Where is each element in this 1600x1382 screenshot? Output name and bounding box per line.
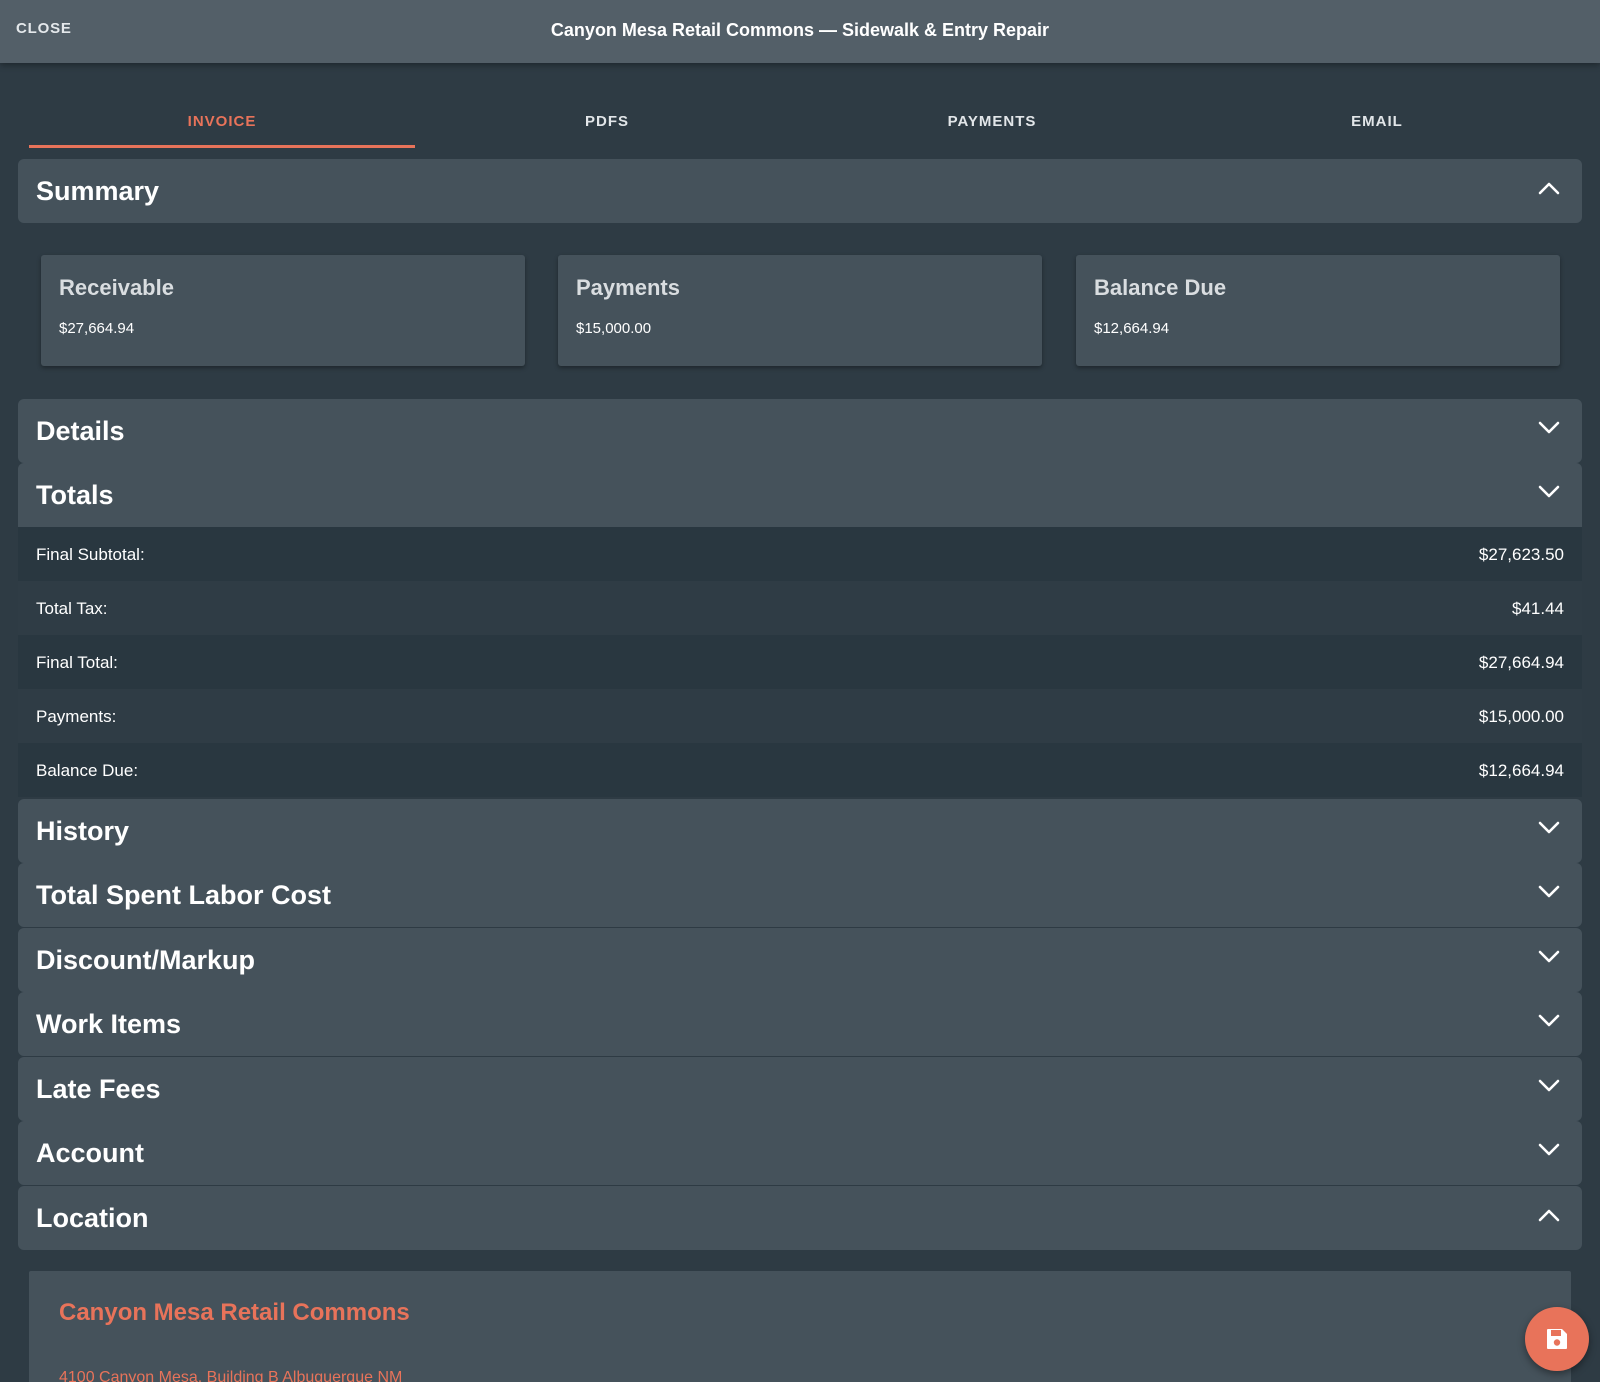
- row-value: $27,664.94: [1478, 653, 1564, 672]
- page-title: Canyon Mesa Retail Commons — Sidewalk & …: [550, 20, 1050, 40]
- chevron-down-icon: [1538, 1079, 1560, 1092]
- chevron-down-icon: [1538, 485, 1560, 498]
- row-value: $41.44: [1512, 599, 1564, 618]
- work-items-section-header[interactable]: Work Items: [18, 992, 1582, 1056]
- chevron-up-icon: [1538, 182, 1560, 195]
- save-icon: [1547, 1329, 1567, 1349]
- row-label: Total Tax:: [36, 599, 108, 618]
- details-section-header[interactable]: Details: [18, 399, 1582, 463]
- chevron-down-icon: [1538, 1143, 1560, 1156]
- account-section-header[interactable]: Account: [18, 1121, 1582, 1185]
- late-fees-title: Late Fees: [36, 1074, 161, 1104]
- row-label: Final Total:: [36, 653, 118, 672]
- labor-cost-section-header[interactable]: Total Spent Labor Cost: [18, 863, 1582, 927]
- row-value: $27,623.50: [1478, 545, 1564, 564]
- account-title: Account: [36, 1138, 144, 1168]
- totals-title: Totals: [36, 480, 114, 510]
- totals-row-balance-due: Balance Due: $12,664.94: [18, 743, 1582, 797]
- row-label: Balance Due:: [36, 761, 139, 780]
- summary-title: Summary: [36, 176, 160, 206]
- tab-bar: INVOICE PDFS PAYMENTS EMAIL: [29, 94, 1569, 148]
- card-value: $15,000.00: [576, 320, 652, 337]
- tab-pdfs[interactable]: PDFS: [414, 94, 800, 148]
- receivable-card: Receivable $27,664.94: [41, 255, 525, 366]
- card-label: Payments: [576, 275, 680, 300]
- row-label: Payments:: [36, 707, 117, 726]
- location-card: Canyon Mesa Retail Commons 4100 Canyon M…: [29, 1271, 1571, 1382]
- labor-cost-title: Total Spent Labor Cost: [36, 880, 331, 910]
- save-button[interactable]: [1525, 1307, 1589, 1371]
- location-section-header[interactable]: Location: [18, 1186, 1582, 1250]
- history-title: History: [36, 816, 130, 846]
- tab-invoice[interactable]: INVOICE: [29, 94, 415, 148]
- chevron-down-icon: [1538, 421, 1560, 434]
- discount-markup-section-header[interactable]: Discount/Markup: [18, 928, 1582, 992]
- chevron-down-icon: [1538, 821, 1560, 834]
- chevron-down-icon: [1538, 1014, 1560, 1027]
- totals-row-payments: Payments: $15,000.00: [18, 689, 1582, 743]
- details-title: Details: [36, 416, 125, 446]
- tab-payments[interactable]: PAYMENTS: [799, 94, 1185, 148]
- discount-markup-title: Discount/Markup: [36, 945, 256, 975]
- top-bar: CLOSE Canyon Mesa Retail Commons — Sidew…: [0, 0, 1600, 63]
- summary-section-header[interactable]: Summary: [18, 159, 1582, 223]
- card-value: $12,664.94: [1094, 320, 1170, 337]
- payments-card: Payments $15,000.00: [558, 255, 1042, 366]
- location-name: Canyon Mesa Retail Commons: [59, 1299, 410, 1326]
- invoice-page: CLOSE Canyon Mesa Retail Commons — Sidew…: [0, 0, 1600, 1382]
- totals-row-total-tax: Total Tax: $41.44: [18, 581, 1582, 635]
- card-label: Receivable: [59, 275, 174, 300]
- card-label: Balance Due: [1094, 275, 1227, 300]
- totals-row-final-total: Final Total: $27,664.94: [18, 635, 1582, 689]
- chevron-down-icon: [1538, 950, 1560, 963]
- late-fees-section-header[interactable]: Late Fees: [18, 1057, 1582, 1121]
- row-value: $15,000.00: [1478, 707, 1564, 726]
- row-label: Final Subtotal:: [36, 545, 145, 564]
- totals-section-header[interactable]: Totals: [18, 463, 1582, 527]
- totals-row-final-subtotal: Final Subtotal: $27,623.50: [18, 527, 1582, 581]
- chevron-up-icon: [1538, 1209, 1560, 1222]
- chevron-down-icon: [1538, 885, 1560, 898]
- balance-due-card: Balance Due $12,664.94: [1076, 255, 1560, 366]
- row-value: $12,664.94: [1478, 761, 1564, 780]
- tab-email[interactable]: EMAIL: [1184, 94, 1570, 148]
- card-value: $27,664.94: [59, 320, 135, 337]
- history-section-header[interactable]: History: [18, 799, 1582, 863]
- location-title: Location: [36, 1203, 149, 1233]
- location-address-link[interactable]: 4100 Canyon Mesa, Building B Albuquerque…: [59, 1369, 402, 1382]
- work-items-title: Work Items: [36, 1009, 182, 1039]
